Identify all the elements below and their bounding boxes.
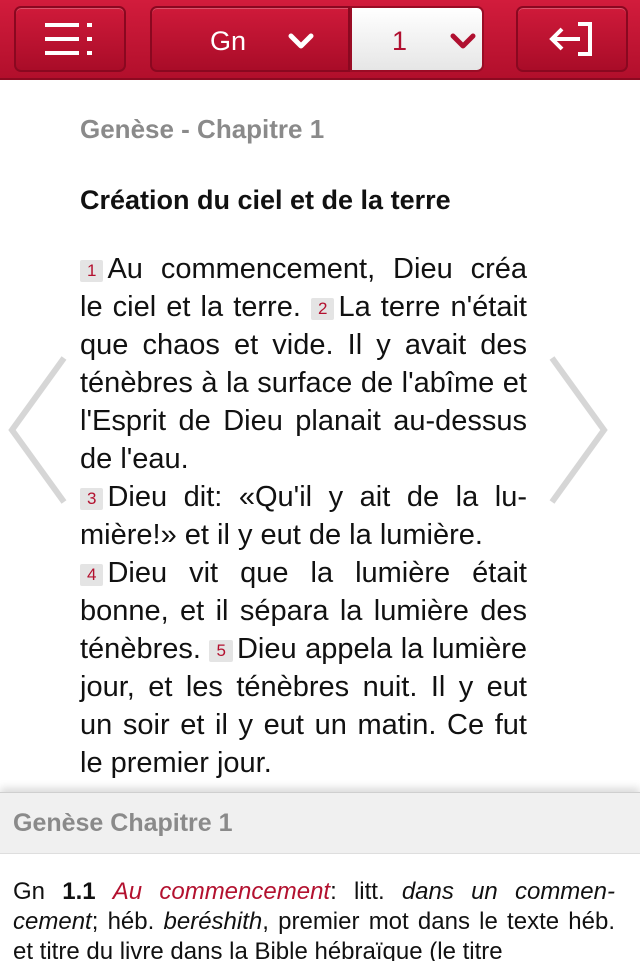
exit-button[interactable] [516, 6, 628, 72]
verse-number[interactable]: 2 [310, 298, 335, 320]
verse-number[interactable]: 5 [209, 640, 233, 662]
note-ref-book: Gn [13, 878, 46, 905]
list-menu-icon [45, 23, 92, 55]
verse-body: Dieu dit: «Qu'il y ait de la lu­mière!» … [80, 481, 527, 551]
verse-number[interactable]: 4 [80, 564, 104, 586]
note-text-part: ; héb. [91, 908, 164, 935]
top-toolbar: Gn 1 [0, 0, 640, 80]
book-selector[interactable]: Gn [150, 6, 350, 72]
note-term: Au commencement [112, 878, 331, 905]
notes-panel[interactable]: Genèse Chapitre 1 Gn 1.1 Au commencement… [0, 792, 640, 961]
note-text-part: : litt. [330, 878, 402, 905]
chapter-header: Genèse - Chapitre 1 [80, 114, 325, 144]
menu-button[interactable] [14, 6, 126, 72]
chapter-selector[interactable]: 1 [350, 6, 484, 72]
notes-title: Genèse Chapitre 1 [13, 809, 233, 837]
verse-text: 1 Au commencement, Dieu créa le ciel et l… [80, 250, 527, 782]
section-title: Création du ciel et de la terre [80, 185, 451, 215]
chevron-down-icon [288, 33, 314, 49]
verse-number[interactable]: 3 [80, 488, 104, 510]
chevron-right-icon[interactable] [548, 350, 612, 510]
note-reference[interactable]: Gn 1.1 [13, 878, 96, 905]
verse-number[interactable]: 1 [80, 260, 104, 282]
notes-header: Genèse Chapitre 1 [0, 793, 640, 854]
chapter-selector-label: 1 [392, 26, 408, 56]
verse: 3 Dieu dit: «Qu'il y ait de la lu­mière!»… [80, 481, 527, 551]
note-entry: Gn 1.1 Au commencement: litt. dans un co… [13, 877, 615, 961]
chevron-down-icon [450, 33, 476, 49]
book-selector-label: Gn [210, 26, 247, 56]
reader-pane[interactable]: Genèse - Chapitre 1 Création du ciel et … [0, 80, 640, 792]
exit-arrow-icon [549, 22, 592, 56]
chevron-left-icon[interactable] [4, 350, 68, 510]
note-italic: beréshith [163, 908, 263, 935]
note-ref-number: 1.1 [62, 878, 96, 905]
